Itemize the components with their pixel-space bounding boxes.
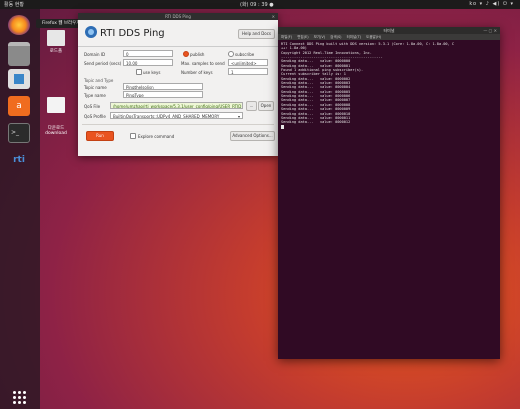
folder-icon xyxy=(47,30,65,46)
topic-name-label: Topic name xyxy=(84,85,107,90)
type-name-label: Type name xyxy=(84,93,106,98)
terminal-text: RTI Connext DDS Ping built with DDS vers… xyxy=(281,42,455,125)
ping-header: RTI DDS Ping Help and Docs xyxy=(78,20,278,47)
qos-profile-label: QoS Profile xyxy=(84,114,106,119)
publish-label: publish xyxy=(190,52,205,57)
window-controls-icon[interactable]: — ▢ ✕ xyxy=(483,27,497,34)
activities-button[interactable]: 활동 현황 xyxy=(4,1,24,8)
explore-command-label: Explore command xyxy=(138,134,175,139)
qos-profile-select[interactable]: BuiltinQosTransports::UDPv4_AND_SHARED_M… xyxy=(110,112,243,119)
top-panel: 활동 현황 (화) 09 : 39 ● ko ▾ ♪ ◀) ⏻ ▾ xyxy=(0,0,520,9)
desktop-item-label: 다운로드 download xyxy=(45,126,67,136)
chevron-down-icon: ▾ xyxy=(237,114,240,119)
terminal-menu-item[interactable]: 터미널(T) xyxy=(347,34,362,40)
clock[interactable]: (화) 09 : 39 ● xyxy=(240,1,274,8)
rti-logo-icon xyxy=(85,26,97,38)
terminal-output[interactable]: RTI Connext DDS Ping built with DDS vers… xyxy=(278,40,500,131)
help-docs-button[interactable]: Help and Docs xyxy=(238,29,275,39)
terminal-window: 터미널 — ▢ ✕ 파일(F) 편집(E) 보기(V) 검색(S) 터미널(T) 도움말(… xyxy=(278,27,500,359)
show-applications-icon[interactable] xyxy=(13,391,27,405)
terminal-menu-item[interactable]: 편집(E) xyxy=(297,34,308,40)
terminal-menu-item[interactable]: 검색(S) xyxy=(330,34,341,40)
terminal-titlebar[interactable]: 터미널 — ▢ ✕ xyxy=(278,27,500,34)
explore-command-checkbox[interactable] xyxy=(130,133,136,139)
subscribe-radio[interactable] xyxy=(228,51,234,57)
firefox-icon[interactable] xyxy=(8,15,30,35)
use-keys-label: use keys xyxy=(143,70,161,75)
max-samples-input[interactable]: <unlimited> xyxy=(228,59,268,66)
terminal-menu-item[interactable]: 보기(V) xyxy=(314,34,326,40)
desktop-item-label: 로드폴 xyxy=(49,49,63,54)
software-icon[interactable] xyxy=(8,69,30,89)
rti-icon[interactable]: rti xyxy=(8,150,30,170)
files-icon[interactable] xyxy=(8,42,30,66)
qos-file-input[interactable]: /home/umzhao/rti_workspace/5.3.1/user_co… xyxy=(110,102,243,109)
run-button[interactable]: Run xyxy=(86,131,114,141)
qos-file-label: QoS File xyxy=(84,104,101,109)
domain-id-input[interactable]: 0 xyxy=(123,50,173,57)
app-title: RTI DDS Ping xyxy=(100,28,165,39)
terminal-title: 터미널 xyxy=(383,28,395,33)
domain-id-label: Domain ID xyxy=(84,52,106,57)
qos-profile-value: BuiltinQosTransports::UDPv4_AND_SHARED_M… xyxy=(113,114,220,119)
system-tray[interactable]: ko ▾ ♪ ◀) ⏻ ▾ xyxy=(469,1,514,7)
send-period-input[interactable]: 10.00 xyxy=(123,59,173,66)
terminal-menu-item[interactable]: 도움말(H) xyxy=(366,34,381,40)
topic-name-input[interactable]: PingtheIsolisn xyxy=(123,83,203,90)
terminal-menu-item[interactable]: 파일(F) xyxy=(281,34,292,40)
dock: a >_ rti xyxy=(0,9,40,409)
window-titlebar[interactable]: RTI DDS Ping ✕ xyxy=(78,13,278,20)
qos-browse-button[interactable]: ... xyxy=(246,101,257,111)
desktop-folder-home[interactable]: 로드폴 xyxy=(46,30,66,54)
use-keys-checkbox[interactable] xyxy=(136,69,142,75)
rti-dds-ping-window: RTI DDS Ping ✕ RTI DDS Ping Help and Doc… xyxy=(78,13,278,156)
open-button[interactable]: Open xyxy=(258,101,274,111)
type-name-input[interactable]: PingType xyxy=(123,91,203,98)
topic-type-section-label: Topic and Type xyxy=(84,78,114,83)
send-period-label: Send period (secs) xyxy=(84,61,122,66)
terminal-icon[interactable]: >_ xyxy=(8,123,30,143)
folder-icon xyxy=(47,97,65,113)
publish-radio[interactable] xyxy=(183,51,189,57)
close-icon[interactable]: ✕ xyxy=(272,13,275,20)
terminal-cursor xyxy=(281,124,284,129)
window-title: RTI DDS Ping xyxy=(165,14,191,19)
num-keys-label: Number of keys xyxy=(181,70,213,75)
subscribe-label: subscribe xyxy=(235,52,255,57)
advanced-options-button[interactable]: Advanced Options... xyxy=(230,131,275,141)
divider xyxy=(82,124,274,125)
amazon-icon[interactable]: a xyxy=(8,96,30,116)
num-keys-input[interactable]: 1 xyxy=(228,68,268,75)
desktop-folder-download[interactable]: 다운로드 download xyxy=(42,87,70,141)
max-samples-label: Max. samples to send xyxy=(181,61,225,66)
